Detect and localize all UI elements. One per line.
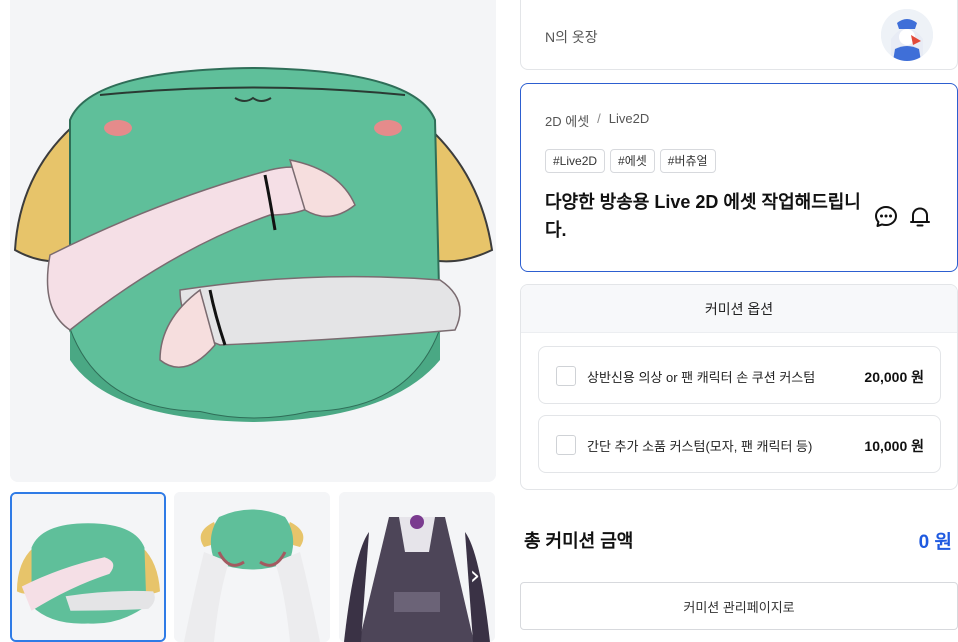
- thumbnail-2[interactable]: [174, 492, 330, 642]
- tag-list: #Live2D #에셋 #버츄얼: [545, 149, 716, 173]
- thumbnail-1[interactable]: [10, 492, 166, 642]
- option-label: 상반신용 의상 or 팬 캐릭터 손 쿠션 커스텀: [587, 370, 816, 385]
- options-header: 커미션 옵션: [521, 285, 957, 333]
- total-value: 0 원: [918, 532, 952, 553]
- option-item[interactable]: 상반신용 의상 or 팬 캐릭터 손 쿠션 커스텀 20,000 원: [538, 346, 941, 404]
- tag[interactable]: #Live2D: [545, 149, 606, 173]
- option-checkbox[interactable]: [556, 435, 576, 455]
- seller-name[interactable]: N의 옷장: [545, 27, 598, 47]
- breadcrumb: 2D 에셋 / Live2D: [545, 111, 649, 130]
- chevron-right-icon[interactable]: ›: [465, 563, 485, 589]
- main-product-image: [10, 0, 496, 482]
- option-item[interactable]: 간단 추가 소품 커스텀(모자, 팬 캐릭터 등) 10,000 원: [538, 415, 941, 473]
- seller-card[interactable]: N의 옷장: [520, 0, 958, 70]
- tag[interactable]: #에셋: [610, 149, 655, 173]
- commission-options-card: 커미션 옵션 상반신용 의상 or 팬 캐릭터 손 쿠션 커스텀 20,000 …: [520, 284, 958, 490]
- manage-commission-button[interactable]: 커미션 관리페이지로: [520, 582, 958, 630]
- breadcrumb-item-subcategory[interactable]: Live2D: [609, 111, 649, 130]
- option-price: 20,000 원: [864, 369, 924, 385]
- breadcrumb-separator: /: [597, 111, 601, 126]
- option-checkbox[interactable]: [556, 366, 576, 386]
- chat-icon[interactable]: [873, 204, 899, 230]
- breadcrumb-item-category[interactable]: 2D 에셋: [545, 111, 589, 130]
- total-label: 총 커미션 금액: [524, 531, 634, 551]
- bell-icon[interactable]: [907, 204, 933, 230]
- product-title: 다양한 방송용 Live 2D 에셋 작업해드립니다.: [545, 192, 861, 240]
- product-info-card: 2D 에셋 / Live2D #Live2D #에셋 #버츄얼 다양한 방송용 …: [520, 83, 958, 272]
- avatar[interactable]: [881, 9, 933, 61]
- option-price: 10,000 원: [864, 438, 924, 454]
- tag[interactable]: #버츄얼: [659, 149, 716, 173]
- option-label: 간단 추가 소품 커스텀(모자, 팬 캐릭터 등): [587, 439, 813, 454]
